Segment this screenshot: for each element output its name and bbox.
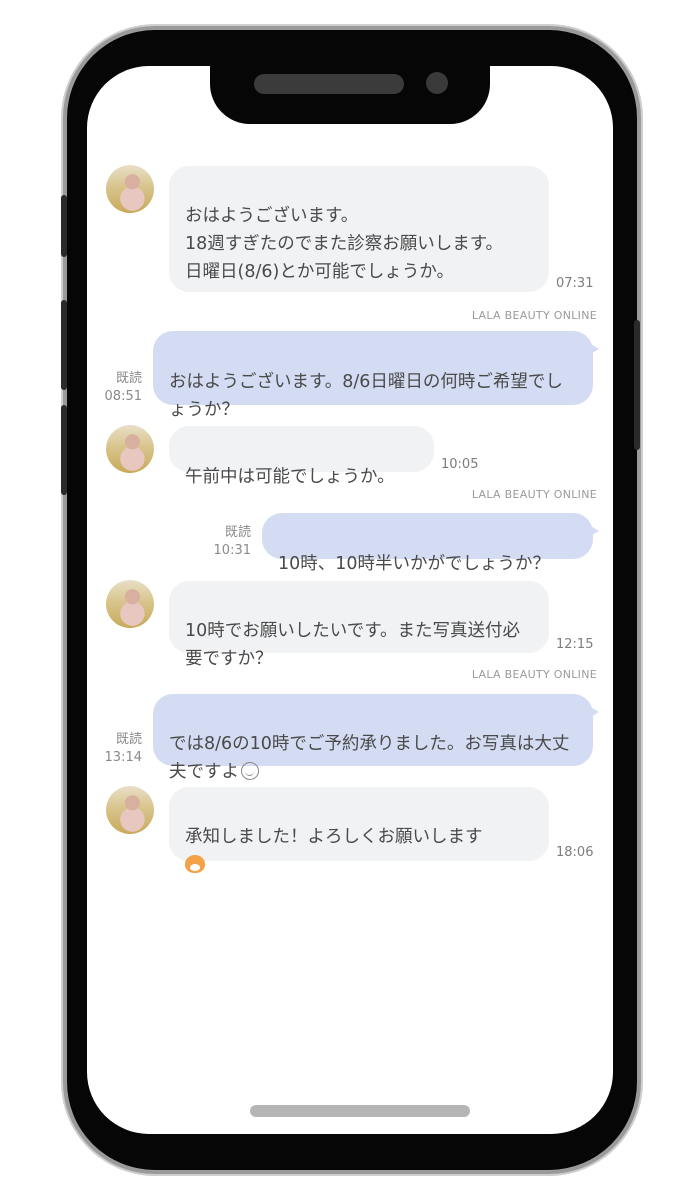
home-indicator[interactable] [250, 1105, 470, 1117]
message-text: おはようございます。 18週すぎたのでまた診察お願いします。 日曜日(8/6)と… [185, 206, 504, 282]
message-text: 承知しました！よろしくお願いします [185, 827, 483, 847]
mute-switch [61, 195, 67, 257]
speaker-grill [254, 74, 404, 94]
incoming-message-bubble[interactable]: 午前中は可能でしょうか。 [169, 426, 434, 487]
avatar[interactable] [106, 425, 154, 473]
message-time: 12:15 [556, 637, 594, 652]
message-time: 18:06 [556, 845, 594, 860]
notch [210, 58, 490, 124]
sender-name: LALA BEAUTY ONLINE [471, 309, 597, 322]
message-time: 08:51 [104, 389, 142, 404]
volume-down-button [61, 405, 67, 495]
outgoing-message-bubble[interactable]: おはようございます。8/6日曜日の何時ご希望でしょうか？ [153, 331, 599, 420]
read-receipt: 既読 08:51 [95, 370, 142, 406]
message-time: 07:31 [556, 276, 594, 291]
incoming-message-bubble[interactable]: 承知しました！よろしくお願いします [169, 787, 549, 873]
sender-name: LALA BEAUTY ONLINE [471, 668, 597, 681]
sender-name: LALA BEAUTY ONLINE [471, 488, 597, 501]
cat-emoji-icon [185, 855, 205, 873]
smile-emoji-icon [241, 762, 259, 780]
outgoing-message-bubble[interactable]: 10時、10時半いかがでしょうか？ [262, 513, 599, 574]
message-text: 午前中は可能でしょうか。 [185, 467, 395, 487]
read-label: 既読 [115, 732, 142, 747]
message-time: 13:14 [104, 750, 142, 765]
avatar[interactable] [106, 165, 154, 213]
front-camera [426, 72, 448, 94]
incoming-message-bubble[interactable]: おはようございます。 18週すぎたのでまた診察お願いします。 日曜日(8/6)と… [169, 166, 549, 292]
read-receipt: 既読 10:31 [204, 524, 251, 560]
message-text: 10時、10時半いかがでしょうか？ [278, 554, 551, 574]
avatar[interactable] [106, 580, 154, 628]
read-receipt: 既読 13:14 [95, 731, 142, 767]
message-time: 10:31 [213, 543, 251, 558]
read-label: 既読 [224, 525, 251, 540]
outgoing-message-bubble[interactable]: では8/6の10時でご予約承りました。お写真は大丈夫ですよ [153, 694, 599, 782]
incoming-message-bubble[interactable]: 10時でお願いしたいです。また写真送付必要ですか？ [169, 581, 549, 669]
avatar[interactable] [106, 786, 154, 834]
power-button [634, 320, 640, 450]
read-label: 既読 [115, 371, 142, 386]
message-time: 10:05 [441, 457, 479, 472]
volume-up-button [61, 300, 67, 390]
